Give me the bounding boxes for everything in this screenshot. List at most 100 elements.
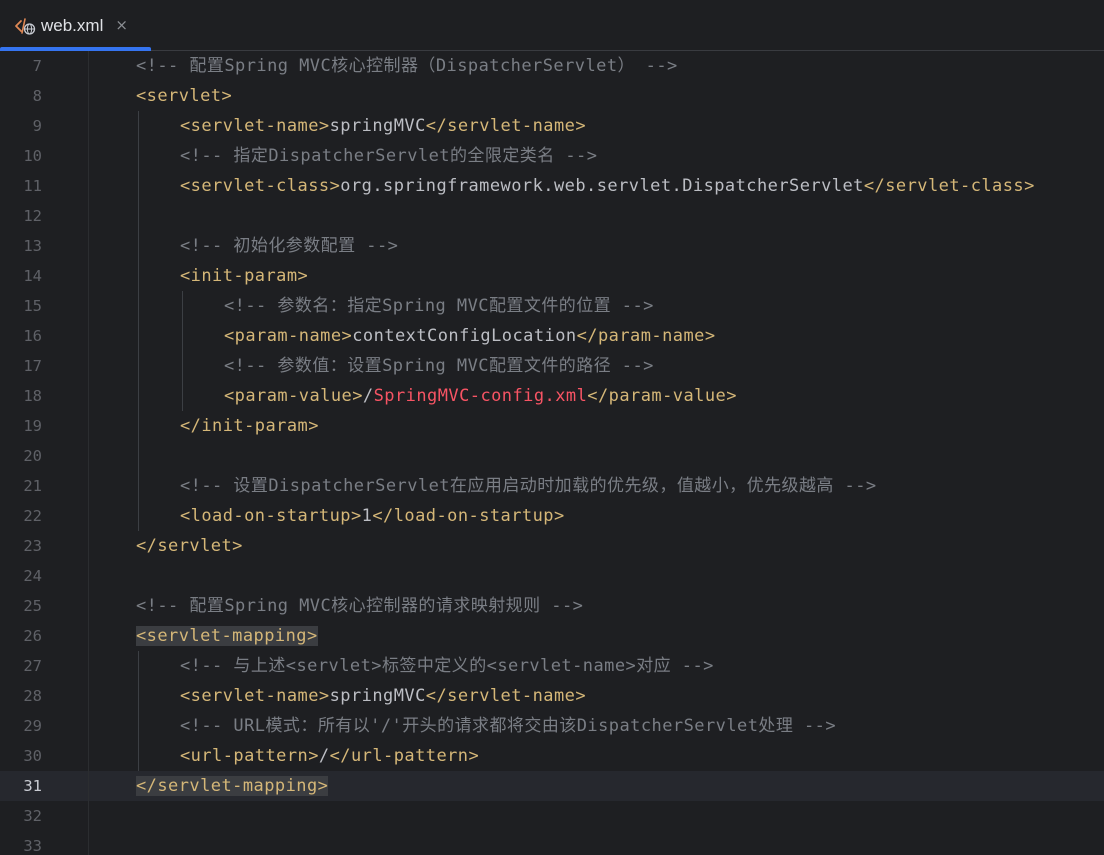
code-text: <servlet-name>springMVC</servlet-name> bbox=[180, 111, 586, 141]
xml-tag: </param-value> bbox=[587, 386, 737, 406]
code-line[interactable]: 18 <param-value>/SpringMVC-config.xml</pa… bbox=[0, 381, 1104, 411]
code-text: <!-- 设置DispatcherServlet在应用启动时加载的优先级，值越小… bbox=[180, 471, 877, 501]
line-number: 20 bbox=[23, 447, 42, 465]
xml-tag: <param-value> bbox=[224, 386, 363, 406]
code-line[interactable]: 30 <url-pattern>/</url-pattern> bbox=[0, 741, 1104, 771]
code-text: <!-- 参数值：设置Spring MVC配置文件的路径 --> bbox=[224, 351, 654, 381]
code-line[interactable]: 26 <servlet-mapping> bbox=[0, 621, 1104, 651]
line-number: 13 bbox=[23, 237, 42, 255]
tag-content: 1 bbox=[361, 506, 373, 526]
code-line[interactable]: 28 <servlet-name>springMVC</servlet-name> bbox=[0, 681, 1104, 711]
code-comment: <!-- URL模式：所有以'/'开头的请求都将交由该DispatcherSer… bbox=[180, 716, 837, 736]
code-comment: <!-- 初始化参数配置 --> bbox=[180, 236, 399, 256]
code-text: <servlet-name>springMVC</servlet-name> bbox=[180, 681, 586, 711]
code-text: </init-param> bbox=[180, 411, 319, 441]
xml-tag: </servlet-mapping> bbox=[136, 776, 329, 796]
xml-tag: <servlet-mapping> bbox=[136, 626, 318, 646]
code-text: <load-on-startup>1</load-on-startup> bbox=[180, 501, 565, 531]
xml-file-icon bbox=[14, 16, 36, 36]
code-line[interactable]: 31 </servlet-mapping> bbox=[0, 771, 1104, 801]
code-line[interactable]: 22 <load-on-startup>1</load-on-startup> bbox=[0, 501, 1104, 531]
code-line[interactable]: 8 <servlet> bbox=[0, 81, 1104, 111]
code-text: <!-- 指定DispatcherServlet的全限定类名 --> bbox=[180, 141, 597, 171]
code-line[interactable]: 13 <!-- 初始化参数配置 --> bbox=[0, 231, 1104, 261]
code-line[interactable]: 20 bbox=[0, 441, 1104, 471]
code-text: <init-param> bbox=[180, 261, 308, 291]
line-number: 21 bbox=[23, 477, 42, 495]
code-line[interactable]: 7 <!-- 配置Spring MVC核心控制器（DispatcherServle… bbox=[0, 51, 1104, 81]
close-tab-icon[interactable]: × bbox=[115, 18, 128, 33]
code-line[interactable]: 24 bbox=[0, 561, 1104, 591]
xml-tag: </param-name> bbox=[576, 326, 716, 346]
code-comment: <!-- 参数值：设置Spring MVC配置文件的路径 --> bbox=[224, 356, 654, 376]
tag-content: org.springframework.web.servlet.Dispatch… bbox=[340, 176, 864, 196]
line-number: 33 bbox=[23, 837, 42, 855]
xml-tag: </servlet-name> bbox=[425, 116, 587, 136]
code-line[interactable]: 19 </init-param> bbox=[0, 411, 1104, 441]
xml-tag: <init-param> bbox=[180, 266, 309, 286]
line-number: 32 bbox=[23, 807, 42, 825]
code-comment: <!-- 与上述<servlet>标签中定义的<servlet-name>对应 … bbox=[180, 656, 714, 676]
code-text: <servlet-class>org.springframework.web.s… bbox=[180, 171, 1035, 201]
line-number: 25 bbox=[23, 597, 42, 615]
line-number: 7 bbox=[32, 57, 42, 75]
line-number: 22 bbox=[23, 507, 42, 525]
code-line[interactable]: 25 <!-- 配置Spring MVC核心控制器的请求映射规则 --> bbox=[0, 591, 1104, 621]
tag-content: springMVC bbox=[329, 686, 426, 706]
code-line[interactable]: 10 <!-- 指定DispatcherServlet的全限定类名 --> bbox=[0, 141, 1104, 171]
line-number: 12 bbox=[23, 207, 42, 225]
line-number: 14 bbox=[23, 267, 42, 285]
code-editor-window: web.xml × 7 <!-- 配置Spring MVC核心控制器（Dispat… bbox=[0, 0, 1104, 855]
line-number: 30 bbox=[23, 747, 42, 765]
xml-tag: <url-pattern> bbox=[180, 746, 319, 766]
code-line[interactable]: 15 <!-- 参数名：指定Spring MVC配置文件的位置 --> bbox=[0, 291, 1104, 321]
line-number: 10 bbox=[23, 147, 42, 165]
line-number: 11 bbox=[23, 177, 42, 195]
code-line[interactable]: 29 <!-- URL模式：所有以'/'开头的请求都将交由该DispatcherS… bbox=[0, 711, 1104, 741]
code-line[interactable]: 21 <!-- 设置DispatcherServlet在应用启动时加载的优先级，值… bbox=[0, 471, 1104, 501]
code-text: <!-- URL模式：所有以'/'开头的请求都将交由该DispatcherSer… bbox=[180, 711, 836, 741]
xml-tag: <servlet-name> bbox=[180, 116, 330, 136]
xml-tag: </servlet-class> bbox=[863, 176, 1035, 196]
code-line[interactable]: 23 </servlet> bbox=[0, 531, 1104, 561]
tag-content: / bbox=[362, 386, 374, 406]
code-text: </servlet-mapping> bbox=[136, 771, 329, 801]
code-text: <param-value>/SpringMVC-config.xml</para… bbox=[224, 381, 737, 411]
code-line[interactable]: 33 bbox=[0, 831, 1104, 855]
code-comment: <!-- 配置Spring MVC核心控制器的请求映射规则 --> bbox=[136, 596, 584, 616]
code-area[interactable]: 7 <!-- 配置Spring MVC核心控制器（DispatcherServle… bbox=[0, 51, 1104, 855]
xml-tag: </load-on-startup> bbox=[372, 506, 565, 526]
code-line[interactable]: 14 <init-param> bbox=[0, 261, 1104, 291]
xml-tag: </servlet> bbox=[136, 536, 243, 556]
code-line[interactable]: 11 <servlet-class>org.springframework.web… bbox=[0, 171, 1104, 201]
line-number: 18 bbox=[23, 387, 42, 405]
code-text: <!-- 配置Spring MVC核心控制器（DispatcherServlet… bbox=[136, 51, 678, 81]
line-number: 8 bbox=[32, 87, 42, 105]
code-line[interactable]: 32 bbox=[0, 801, 1104, 831]
code-line[interactable]: 17 <!-- 参数值：设置Spring MVC配置文件的路径 --> bbox=[0, 351, 1104, 381]
code-line[interactable]: 12 bbox=[0, 201, 1104, 231]
line-number: 9 bbox=[32, 117, 42, 135]
line-number: 17 bbox=[23, 357, 42, 375]
line-number: 23 bbox=[23, 537, 42, 555]
line-number: 16 bbox=[23, 327, 42, 345]
code-text: <!-- 与上述<servlet>标签中定义的<servlet-name>对应 … bbox=[180, 651, 714, 681]
code-line[interactable]: 9 <servlet-name>springMVC</servlet-name> bbox=[0, 111, 1104, 141]
code-text: <!-- 初始化参数配置 --> bbox=[180, 231, 398, 261]
line-number: 29 bbox=[23, 717, 42, 735]
code-text: <param-name>contextConfigLocation</param… bbox=[224, 321, 716, 351]
tab-web-xml[interactable]: web.xml × bbox=[0, 0, 151, 51]
line-number: 28 bbox=[23, 687, 42, 705]
code-line[interactable]: 16 <param-name>contextConfigLocation</par… bbox=[0, 321, 1104, 351]
xml-tag: <servlet-name> bbox=[180, 686, 330, 706]
tag-content: springMVC bbox=[329, 116, 426, 136]
code-line[interactable]: 27 <!-- 与上述<servlet>标签中定义的<servlet-name>对… bbox=[0, 651, 1104, 681]
unresolved-path: SpringMVC-config.xml bbox=[373, 386, 588, 406]
line-number: 26 bbox=[23, 627, 42, 645]
xml-tag: </servlet-name> bbox=[425, 686, 587, 706]
code-comment: <!-- 参数名：指定Spring MVC配置文件的位置 --> bbox=[224, 296, 654, 316]
code-text: <servlet> bbox=[136, 81, 232, 111]
xml-tag: </init-param> bbox=[180, 416, 319, 436]
code-text: <url-pattern>/</url-pattern> bbox=[180, 741, 479, 771]
line-number: 31 bbox=[23, 777, 42, 795]
